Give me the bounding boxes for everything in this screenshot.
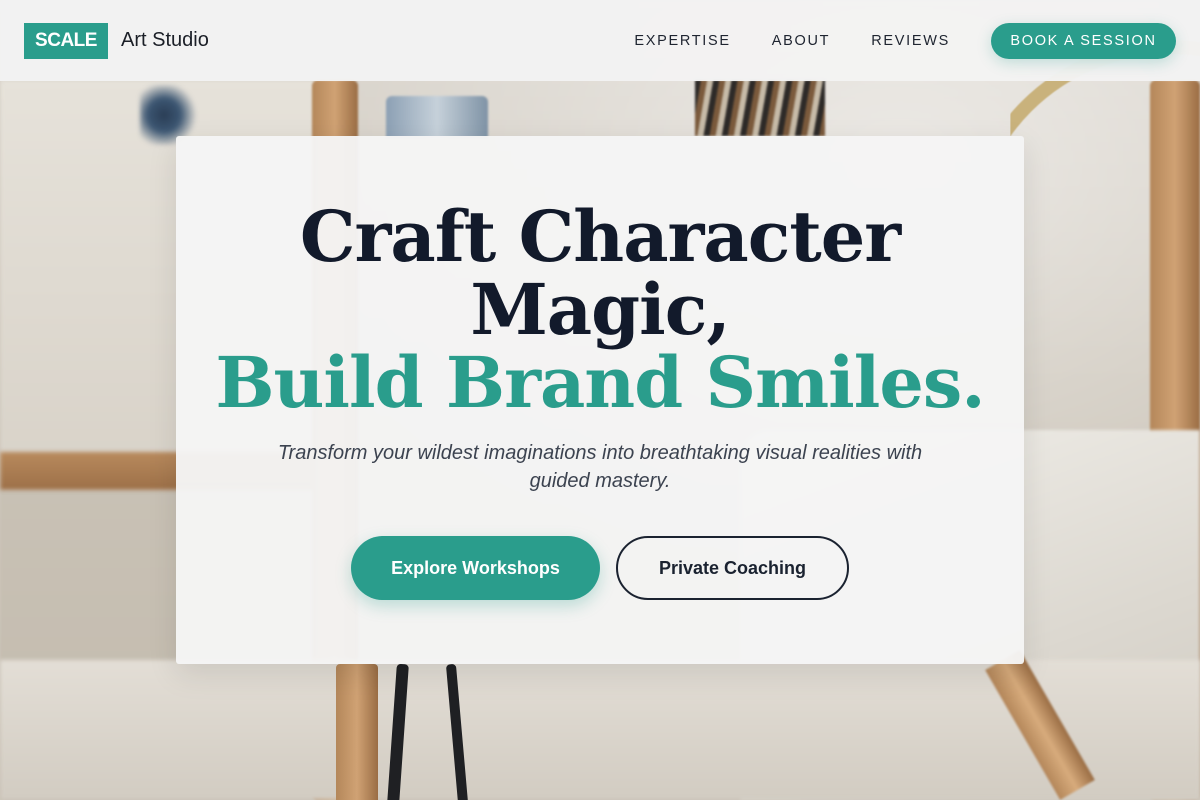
headline-accent: Build Brand Smiles. [215,341,985,424]
nav-link-about[interactable]: ABOUT [772,33,830,49]
cta-row: Explore Workshops Private Coaching [351,536,849,600]
site-header: SCALE Art Studio EXPERTISE ABOUT REVIEWS… [0,0,1200,81]
paint-jar [386,96,488,138]
headline-line-1: Craft Character [299,195,901,278]
hero-headline: Craft Character Magic, Build Brand Smile… [176,200,1024,419]
logo-text: Art Studio [121,29,209,51]
wooden-brush [336,664,378,800]
logo[interactable]: SCALE Art Studio [24,22,209,59]
hero-card: Craft Character Magic, Build Brand Smile… [176,136,1024,664]
logo-badge: SCALE [24,22,108,59]
hero-subtitle: Transform your wildest imaginations into… [277,442,923,492]
brush-holder [695,80,825,136]
headline-line-2: Magic, [470,268,730,351]
book-session-button[interactable]: BOOK A SESSION [991,22,1176,59]
private-coaching-button[interactable]: Private Coaching [616,536,849,600]
explore-workshops-button[interactable]: Explore Workshops [351,536,600,600]
nav-link-expertise[interactable]: EXPERTISE [634,33,730,49]
main-nav: EXPERTISE ABOUT REVIEWS BOOK A SESSION [634,22,1176,59]
nav-link-reviews[interactable]: REVIEWS [871,33,950,49]
